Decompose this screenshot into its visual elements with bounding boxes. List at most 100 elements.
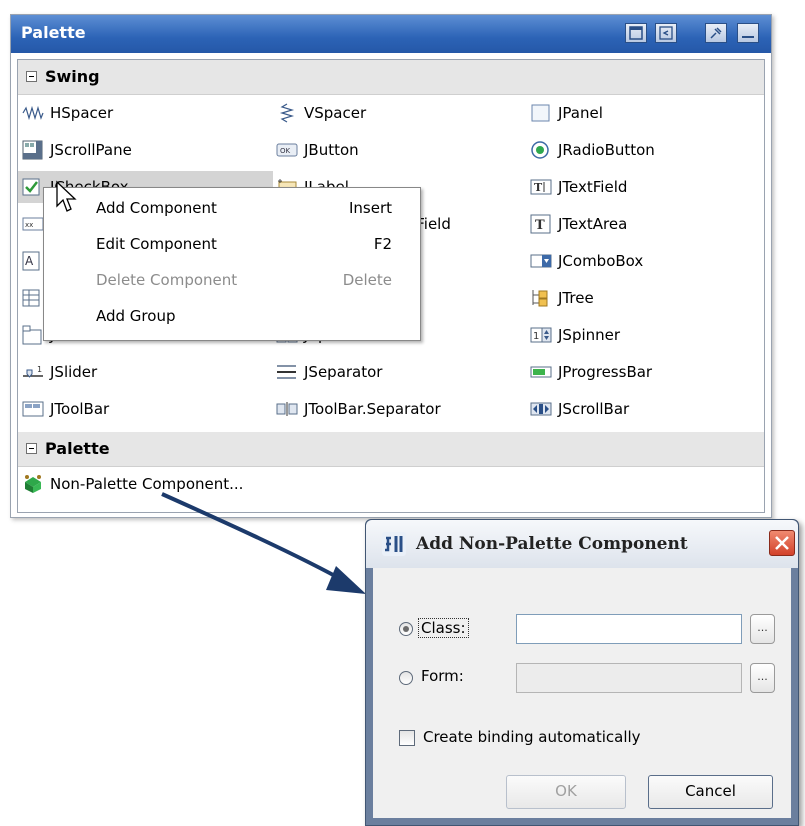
palette-item-label: JSpinner: [558, 326, 621, 344]
palette-item-label: JButton: [304, 141, 359, 159]
mouse-cursor-icon: [56, 180, 77, 212]
menu-item-label: Edit Component: [96, 235, 217, 253]
palette-item-jbutton[interactable]: OK JButton: [276, 134, 359, 166]
palette-item-label: JRadioButton: [558, 141, 655, 159]
palette-item-jcombobox[interactable]: JComboBox: [530, 245, 643, 277]
menu-item-shortcut: Insert: [348, 199, 392, 217]
collapse-icon[interactable]: [26, 71, 37, 82]
palette-item-label: JComboBox: [558, 252, 644, 270]
svg-text:A: A: [25, 254, 34, 268]
jradiobutton-icon: [530, 140, 552, 160]
hspacer-icon: [22, 103, 44, 123]
menu-item-delete-component[interactable]: Delete Component Delete: [45, 264, 419, 300]
form-radio[interactable]: [399, 671, 413, 685]
jscrollpane-icon: [22, 140, 44, 160]
dialog-body: Class: ... Form: ... Create binding auto…: [373, 568, 791, 818]
dialog-titlebar[interactable]: Add Non-Palette Component: [366, 520, 798, 568]
ok-button[interactable]: OK: [506, 775, 626, 809]
pin-icon: [710, 27, 722, 39]
palette-item-hspacer[interactable]: HSpacer: [22, 97, 113, 129]
collapse-icon[interactable]: [26, 443, 37, 454]
create-binding-checkbox[interactable]: [399, 730, 415, 746]
close-icon: [775, 536, 789, 550]
minimize-window-button[interactable]: [737, 23, 759, 43]
palette-item-label: JProgressBar: [558, 363, 653, 381]
palette-item-jspinner[interactable]: 1 JSpinner: [530, 319, 620, 351]
window-icon: [629, 26, 643, 40]
form-field[interactable]: [516, 663, 742, 693]
palette-titlebar[interactable]: Palette: [11, 15, 771, 53]
palette-item-label: JTree: [558, 289, 594, 307]
svg-text:OK: OK: [280, 147, 291, 155]
pin-window-button[interactable]: [705, 23, 727, 43]
palette-item-jpanel[interactable]: JPanel: [530, 97, 603, 129]
table-icon: [22, 288, 44, 308]
jformattedtextfield-icon: xx: [22, 214, 44, 234]
jprogressbar-icon: [530, 362, 552, 382]
maximize-window-button[interactable]: [625, 23, 647, 43]
palette-item-jtoolbar[interactable]: JToolBar: [22, 393, 109, 425]
callout-arrow-icon: [161, 492, 366, 594]
svg-text:xx: xx: [25, 221, 33, 229]
menu-item-add-component[interactable]: Add Component Insert: [45, 192, 419, 228]
palette-item-label: JScrollBar: [558, 400, 630, 418]
palette-item-vspacer[interactable]: VSpacer: [276, 97, 366, 129]
category-palette-header[interactable]: Palette: [18, 432, 764, 467]
text-icon: A: [22, 251, 44, 271]
palette-item-label: VSpacer: [304, 104, 367, 122]
palette-item-jscrollbar[interactable]: JScrollBar: [530, 393, 629, 425]
non-palette-component-icon: [22, 474, 44, 494]
jpanel-icon: [530, 103, 552, 123]
class-radio[interactable]: [399, 622, 413, 636]
palette-item-label: JToolBar: [50, 400, 110, 418]
dock-icon: [659, 26, 673, 40]
palette-item-label: JTextArea: [558, 215, 628, 233]
jtextarea-icon: T: [530, 214, 552, 234]
category-swing-label: Swing: [45, 67, 100, 86]
palette-item-label: JScrollPane: [50, 141, 132, 159]
palette-item-jscrollpane[interactable]: JScrollPane: [22, 134, 132, 166]
jtextfield-icon: T: [530, 177, 552, 197]
svg-text:1: 1: [533, 331, 539, 342]
jcombobox-icon: [530, 251, 552, 271]
palette-item-jtextarea[interactable]: T JTextArea: [530, 208, 627, 240]
jtabbedpane-icon: [22, 325, 44, 345]
svg-text:1: 1: [37, 365, 42, 374]
category-palette-label: Palette: [45, 439, 110, 458]
palette-item-jseparator[interactable]: JSeparator: [276, 356, 382, 388]
menu-item-add-group[interactable]: Add Group: [45, 300, 419, 336]
browse-form-button[interactable]: ...: [750, 663, 775, 693]
jslider-icon: 1: [22, 362, 44, 382]
jcheckbox-icon: [22, 177, 44, 197]
form-label: Form:: [421, 667, 464, 685]
jtoolbar-separator-icon: [276, 399, 298, 419]
jbutton-icon: OK: [276, 140, 298, 160]
palette-item-jslider[interactable]: 1 JSlider: [22, 356, 97, 388]
palette-title: Palette: [21, 23, 86, 42]
jseparator-icon: [276, 362, 298, 382]
palette-item-label: JTextField: [558, 178, 628, 196]
svg-text:T: T: [534, 181, 543, 194]
category-swing-header[interactable]: Swing: [18, 60, 764, 95]
jtoolbar-icon: [22, 399, 44, 419]
palette-item-label: JToolBar.Separator: [304, 400, 441, 418]
class-field[interactable]: [516, 614, 742, 644]
menu-item-edit-component[interactable]: Edit Component F2: [45, 228, 419, 264]
palette-item-jprogressbar[interactable]: JProgressBar: [530, 356, 652, 388]
palette-item-jradiobutton[interactable]: JRadioButton: [530, 134, 655, 166]
jtree-icon: [530, 288, 552, 308]
browse-class-button[interactable]: ...: [750, 614, 775, 644]
cancel-button[interactable]: Cancel: [648, 775, 773, 809]
class-label: Class:: [418, 618, 469, 638]
dock-window-button[interactable]: [655, 23, 677, 43]
palette-item-label: JSeparator: [304, 363, 383, 381]
menu-item-shortcut: Delete: [342, 271, 392, 289]
palette-item-jtoolbar-separator[interactable]: JToolBar.Separator: [276, 393, 441, 425]
close-button[interactable]: [769, 530, 795, 556]
minimize-icon: [742, 36, 754, 38]
palette-item-jtree[interactable]: JTree: [530, 282, 594, 314]
palette-item-label: JSlider: [50, 363, 98, 381]
palette-item-jtextfield[interactable]: T JTextField: [530, 171, 627, 203]
menu-item-label: Delete Component: [96, 271, 238, 289]
context-menu: Add Component Insert Edit Component F2 D…: [43, 187, 421, 341]
